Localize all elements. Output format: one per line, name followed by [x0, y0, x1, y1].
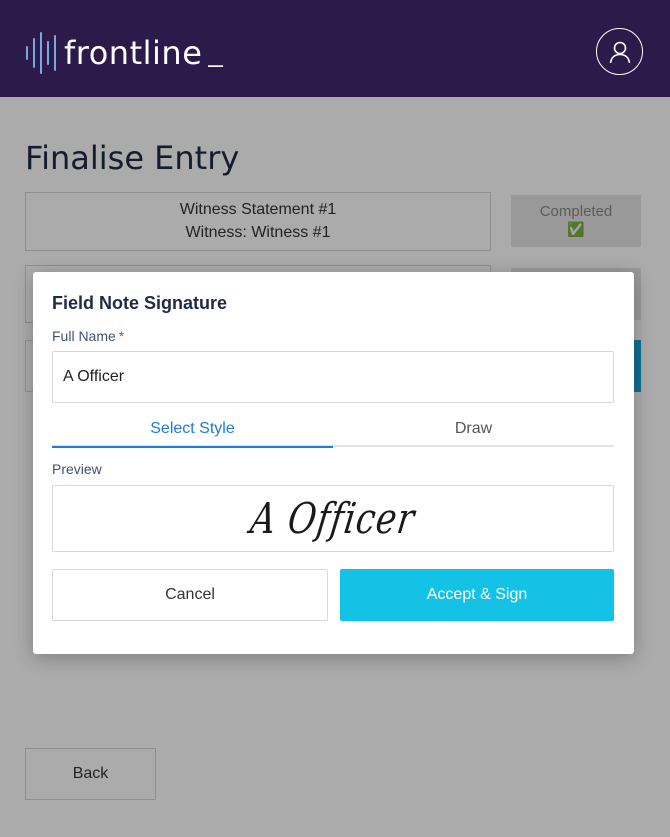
- tab-draw[interactable]: Draw: [333, 418, 614, 445]
- user-profile-button[interactable]: [596, 28, 643, 75]
- accept-and-sign-button[interactable]: Accept & Sign: [340, 569, 614, 621]
- tab-select-style[interactable]: Select Style: [52, 418, 333, 448]
- logo-bars-icon: [26, 30, 56, 76]
- required-asterisk: *: [118, 328, 125, 344]
- signature-preview-text: A Officer: [247, 493, 419, 544]
- full-name-label: Full Name *: [52, 328, 124, 344]
- app-header: frontline _: [0, 0, 670, 97]
- logo-cursor: _: [208, 37, 223, 68]
- modal-title: Field Note Signature: [52, 293, 228, 313]
- signature-modal: Field Note Signature Full Name* Select S…: [33, 272, 634, 654]
- frontline-logo[interactable]: frontline _: [26, 30, 223, 76]
- cancel-button[interactable]: Cancel: [52, 569, 328, 621]
- signature-preview: A Officer: [52, 485, 614, 552]
- full-name-input[interactable]: [52, 351, 614, 403]
- preview-label: Preview: [52, 461, 102, 477]
- signature-tabs: Select Style Draw: [52, 418, 614, 448]
- full-name-label-text: Full Name: [52, 328, 116, 344]
- user-icon: [609, 41, 630, 63]
- logo-text: frontline: [64, 34, 203, 72]
